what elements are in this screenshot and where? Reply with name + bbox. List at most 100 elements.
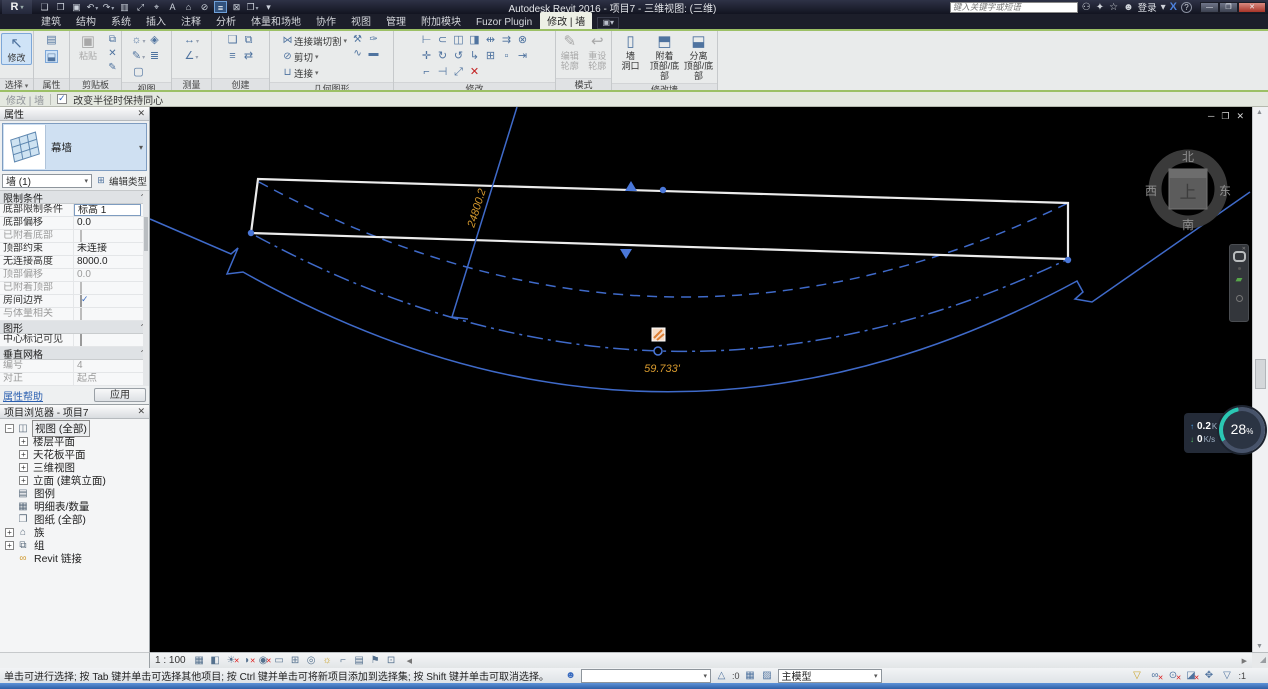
default-3d-view-icon[interactable]: ⌂ [182, 1, 195, 13]
property-value[interactable]: 标高 1 [74, 204, 141, 216]
exchange-apps-icon[interactable]: X [1170, 1, 1177, 13]
drag-on-select-icon[interactable]: ✥ [1202, 670, 1215, 681]
expand-icon[interactable]: + [5, 541, 14, 550]
sign-in-caret-icon[interactable]: ▾ [1161, 2, 1166, 13]
beam-icon[interactable]: ▬ [367, 47, 380, 60]
tree-item-立面 (建筑立面)[interactable]: + 立面 (建筑立面) [3, 474, 149, 487]
wall-sweep-icon[interactable]: ∿ [351, 47, 364, 60]
tree-item-Revit 链接[interactable]: ∞ Revit 链接 [3, 552, 149, 565]
modify-button[interactable]: ↖ 修改 [1, 33, 32, 65]
text-note-icon[interactable]: A [166, 1, 179, 13]
array-icon[interactable]: ⊞ [483, 49, 498, 64]
instance-selector[interactable]: 墙 (1) [2, 173, 92, 188]
expand-icon[interactable]: + [19, 463, 28, 472]
drag-arrow-up-icon[interactable] [625, 181, 637, 191]
tab-体量和场地[interactable]: 体量和场地 [244, 12, 308, 29]
undo-icon[interactable]: ↶ [86, 1, 99, 13]
create-group-icon[interactable]: ⧉ [241, 33, 256, 48]
help-icon[interactable]: ? [1181, 1, 1192, 13]
compass-north-label[interactable]: 北 [1182, 150, 1194, 164]
close-hidden-windows-icon[interactable]: ⊠ [230, 1, 243, 13]
drawing-canvas[interactable]: 24800.2 59.733' 北 南 西 东 上 ─ ❐ ✕ ✕ ▰ ↑ 0.… [150, 107, 1265, 652]
property-group-限制条件[interactable]: 限制条件⌃ [0, 191, 149, 205]
dropdown-caret-icon[interactable]: ▾ [315, 69, 319, 77]
active-workset-selector[interactable] [581, 668, 711, 683]
geo-连接端切割[interactable]: ⋈ 连接端切割 ▾ [281, 33, 347, 48]
navigation-bar-close-icon[interactable]: ✕ [1242, 246, 1246, 252]
view-minimize-icon[interactable]: ─ [1208, 111, 1214, 122]
sign-in-label[interactable]: 登录 [1138, 0, 1157, 14]
tree-item-族[interactable]: + ⌂ 族 [3, 526, 149, 539]
rotate-icon[interactable]: ↻ [435, 49, 450, 64]
geo-剪切[interactable]: ⊘ 剪切 ▾ [281, 49, 347, 64]
vertical-scrollbar[interactable] [1252, 107, 1268, 652]
concentric-checkbox[interactable] [57, 93, 68, 104]
rotate-ccw-icon[interactable]: ↺ [451, 49, 466, 64]
compass-west-label[interactable]: 西 [1145, 184, 1157, 198]
aligned-dimension-icon[interactable]: ⌖ [150, 1, 163, 13]
detach-top-base-button[interactable]: ⬓ 分离 顶部/底部 [683, 33, 715, 81]
camera-icon[interactable]: ◈ [147, 33, 162, 48]
steering-wheel-icon[interactable] [1232, 251, 1246, 262]
zoom-tool-icon[interactable]: ▰ [1236, 275, 1243, 284]
worksharing-display-icon[interactable]: ⚑ [369, 654, 382, 667]
properties-scrollbar[interactable] [143, 191, 149, 386]
thin-lines-2-icon[interactable]: ≣ [147, 49, 162, 64]
editing-requests-icon[interactable]: △ [715, 670, 728, 681]
temporary-view-properties-icon[interactable]: ▤ [353, 654, 366, 667]
property-checkbox[interactable] [80, 282, 82, 294]
compass-south-label[interactable]: 南 [1182, 217, 1194, 232]
worksharing-display-settings-icon[interactable]: ▦ [744, 670, 757, 681]
dropdown-caret-icon[interactable] [142, 34, 146, 46]
hscroll-left-icon[interactable]: ◀ [407, 657, 412, 665]
tab-系统[interactable]: 系统 [104, 12, 138, 29]
property-row-底部偏移[interactable]: 底部偏移 0.0 [0, 217, 149, 230]
view-restore-icon[interactable]: ❐ [1221, 111, 1229, 122]
lightbulb-icon[interactable]: ☼ [131, 33, 146, 48]
worksets-icon[interactable]: ☻ [564, 670, 577, 681]
tab-结构[interactable]: 结构 [69, 12, 103, 29]
property-value[interactable]: 未连接 [74, 243, 149, 255]
project-browser-close-icon[interactable]: ✕ [137, 406, 145, 417]
pen-icon[interactable]: ✎ [131, 49, 146, 64]
arc-length-dimension-text[interactable]: 59.733' [644, 363, 681, 375]
tab-修改 | 墙[interactable]: 修改 | 墙 [540, 12, 593, 29]
section-icon[interactable]: ⊘ [198, 1, 211, 13]
type-selector[interactable]: 幕墙 ▾ [2, 123, 147, 171]
edit-profile-button[interactable]: ✎ 编辑 轮廓 [557, 33, 583, 71]
property-checkbox[interactable] [80, 334, 82, 346]
property-row-已附着底部[interactable]: 已附着底部 [0, 230, 149, 243]
dropdown-caret-icon[interactable] [141, 50, 145, 62]
open-file-icon[interactable]: ❒ [54, 1, 67, 13]
property-row-无连接高度[interactable]: 无连接高度 8000.0 [0, 256, 149, 269]
property-group-垂直网格[interactable]: 垂直网格⌃ [0, 347, 149, 361]
property-value[interactable]: 4 [74, 360, 149, 372]
create-stack-icon[interactable]: ≡ [225, 49, 240, 64]
application-menu-button[interactable]: R ▾ [2, 0, 32, 14]
crop-view-icon[interactable]: ▭ [273, 654, 286, 667]
new-file-icon[interactable]: ❑ [38, 1, 51, 13]
unlocked-view-icon[interactable]: ⌐ [337, 654, 350, 667]
thin-lines-icon[interactable]: ≡ [214, 1, 227, 13]
copy-to-clipboard-icon[interactable]: ⧉ [106, 33, 119, 46]
type-properties-icon[interactable]: ⬓ [45, 50, 58, 63]
measure-line-icon[interactable]: ↔ [184, 33, 199, 48]
dropdown-caret-icon[interactable] [195, 34, 199, 46]
view-scale[interactable]: 1 : 100 [155, 655, 186, 666]
property-value[interactable]: 8000.0 [74, 256, 149, 268]
align-icon[interactable]: ⊢ [419, 33, 434, 48]
apply-button[interactable]: 应用 [94, 388, 146, 402]
close-button[interactable]: ✕ [1238, 1, 1266, 13]
edit-type-button[interactable]: ⊞ 编辑类型 [95, 173, 147, 188]
show-constraints-icon[interactable]: ⊡ [385, 654, 398, 667]
resize-grip-icon[interactable]: ◢ [1252, 652, 1268, 668]
property-row-已附着顶部[interactable]: 已附着顶部 [0, 282, 149, 295]
selection-filter-icon[interactable]: ▽ [1220, 670, 1233, 681]
property-row-顶部偏移[interactable]: 顶部偏移 0.0 [0, 269, 149, 282]
property-row-编号[interactable]: 编号 4 [0, 360, 149, 373]
dropdown-caret-icon[interactable] [255, 2, 259, 12]
favorites-star-icon[interactable]: ☆ [1109, 2, 1118, 13]
offset-icon[interactable]: ⊂ [435, 33, 450, 48]
property-checkbox[interactable] [80, 295, 82, 307]
match-type-icon[interactable]: ✎ [106, 61, 119, 74]
